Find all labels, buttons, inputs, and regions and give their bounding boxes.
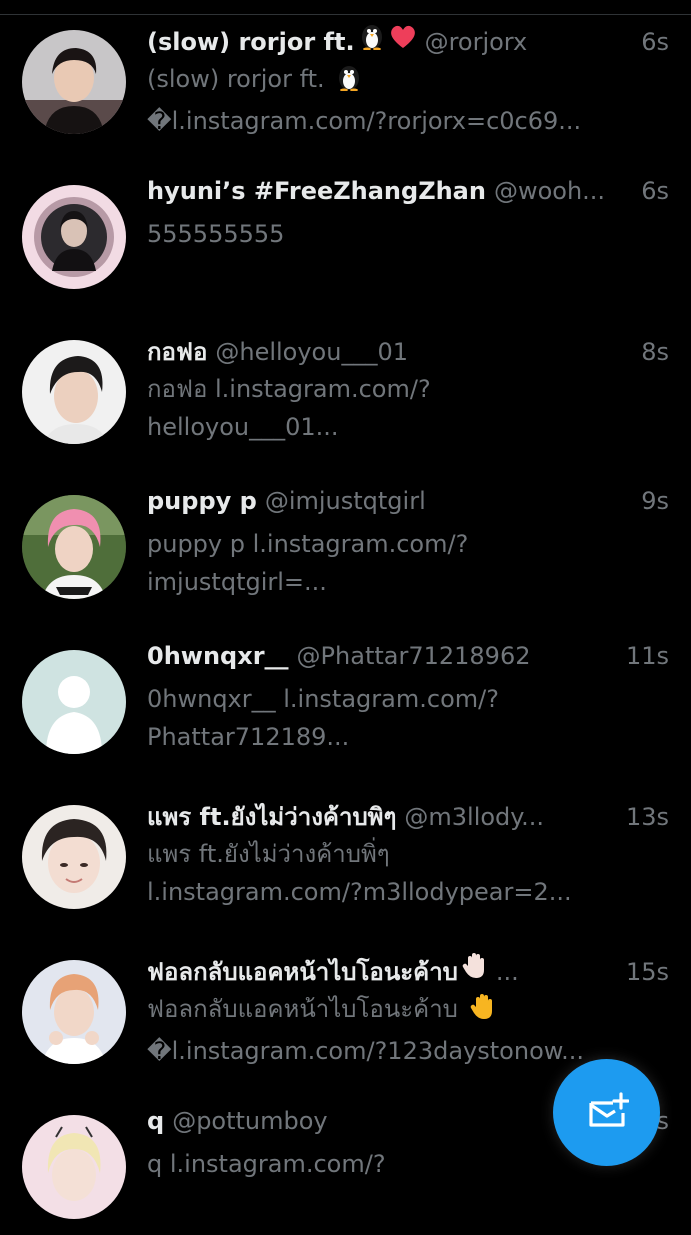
- user-handle: @imjustqtgirl: [264, 487, 426, 515]
- timestamp: 6s: [641, 177, 669, 205]
- timestamp: 11s: [625, 642, 669, 670]
- user-handle: @pottumboy: [172, 1107, 328, 1135]
- message-preview: (slow) rorjor ft.: [147, 60, 647, 102]
- avatar[interactable]: [22, 1115, 126, 1219]
- message-preview: ฟอลกลับแอคหน้าไบโอนะค้าบ: [147, 990, 647, 1032]
- user-handle: @m3llody...: [404, 803, 544, 831]
- avatar[interactable]: [22, 805, 126, 909]
- penguin-icon: [336, 63, 362, 102]
- avatar[interactable]: [22, 960, 126, 1064]
- conversation-row[interactable]: 0hwnqxr__ @Phattar71218962 11s 0hwnqxr__…: [0, 620, 691, 770]
- display-name: กอฟอ: [147, 338, 208, 366]
- conversation-row[interactable]: แพร ft.ยังไม่ว่างค้าบพิๆ @m3llody... 13s…: [0, 775, 691, 925]
- timestamp: 8s: [641, 338, 669, 366]
- display-name: hyuni’s #FreeZhangZhan: [147, 177, 486, 205]
- message-preview: 0hwnqxr__ l.instagram.com/?: [147, 685, 499, 713]
- timestamp: 15s: [625, 958, 669, 986]
- penguin-icon: [359, 22, 385, 56]
- display-name: 0hwnqxr__: [147, 642, 289, 670]
- avatar[interactable]: [22, 340, 126, 444]
- conversation-row[interactable]: กอฟอ @helloyou___01 8s กอฟอ l.instagram.…: [0, 310, 691, 460]
- preview-line: Phattar712189...: [147, 723, 350, 751]
- new-message-icon: [585, 1091, 630, 1135]
- preview-line: l.instagram.com/?m3llodypear=2...: [147, 878, 572, 906]
- user-handle: ...: [495, 958, 519, 986]
- conversation-row[interactable]: puppy p @imjustqtgirl 9s puppy p l.insta…: [0, 465, 691, 615]
- display-name: (slow) rorjor ft.: [147, 28, 355, 56]
- user-handle: @helloyou___01: [215, 338, 408, 366]
- user-handle: @wooh...: [493, 177, 606, 205]
- avatar[interactable]: [22, 650, 126, 754]
- avatar[interactable]: [22, 30, 126, 134]
- timestamp: 9s: [641, 487, 669, 515]
- user-handle: @Phattar71218962: [296, 642, 531, 670]
- display-name: puppy p: [147, 487, 257, 515]
- timestamp: 6s: [641, 28, 669, 56]
- preview-line: �l.instagram.com/?123daystonow...: [147, 1037, 585, 1065]
- avatar[interactable]: [22, 495, 126, 599]
- raised-hand-icon: [470, 993, 496, 1032]
- preview-line: �l.instagram.com/?rorjorx=c0c69...: [147, 107, 582, 135]
- conversation-row[interactable]: ฟอลกลับแอคหน้าไบโอนะค้าบ ... 15s ฟอลกลับ…: [0, 930, 691, 1080]
- preview-line: ฟอลกลับแอคหน้าไบโอนะค้าบ: [147, 995, 458, 1023]
- new-message-button[interactable]: [553, 1059, 660, 1166]
- timestamp: 13s: [625, 803, 669, 831]
- display-name: แพร ft.ยังไม่ว่างค้าบพิๆ: [147, 803, 397, 831]
- avatar[interactable]: [22, 185, 126, 289]
- display-name: q: [147, 1107, 165, 1135]
- raised-hand-icon: [462, 952, 488, 986]
- preview-line: imjustqtgirl=...: [147, 568, 327, 596]
- heart-icon: [389, 24, 417, 56]
- preview-line: helloyou___01...: [147, 413, 339, 441]
- message-preview: แพร ft.ยังไม่ว่างค้าบพิ่ๆ: [147, 840, 390, 868]
- message-preview: กอฟอ l.instagram.com/?: [147, 375, 431, 403]
- message-preview: 555555555: [147, 220, 285, 248]
- conversation-row[interactable]: (slow) rorjor ft. @rorjorx 6s (slow) ror…: [0, 0, 691, 150]
- display-name: ฟอลกลับแอคหน้าไบโอนะค้าบ: [147, 958, 458, 986]
- message-preview: puppy p l.instagram.com/?: [147, 530, 469, 558]
- user-handle: @rorjorx: [424, 28, 528, 56]
- conversation-row[interactable]: hyuni’s #FreeZhangZhan @wooh... 6s 55555…: [0, 155, 691, 305]
- preview-line: (slow) rorjor ft.: [147, 65, 325, 93]
